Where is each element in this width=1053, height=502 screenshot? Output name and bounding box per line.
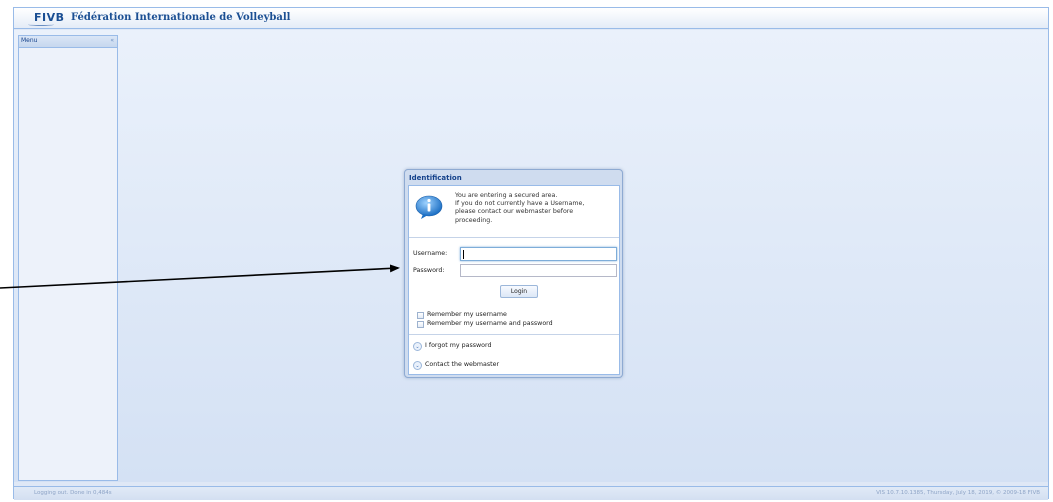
annotation-arrow [0,264,400,289]
